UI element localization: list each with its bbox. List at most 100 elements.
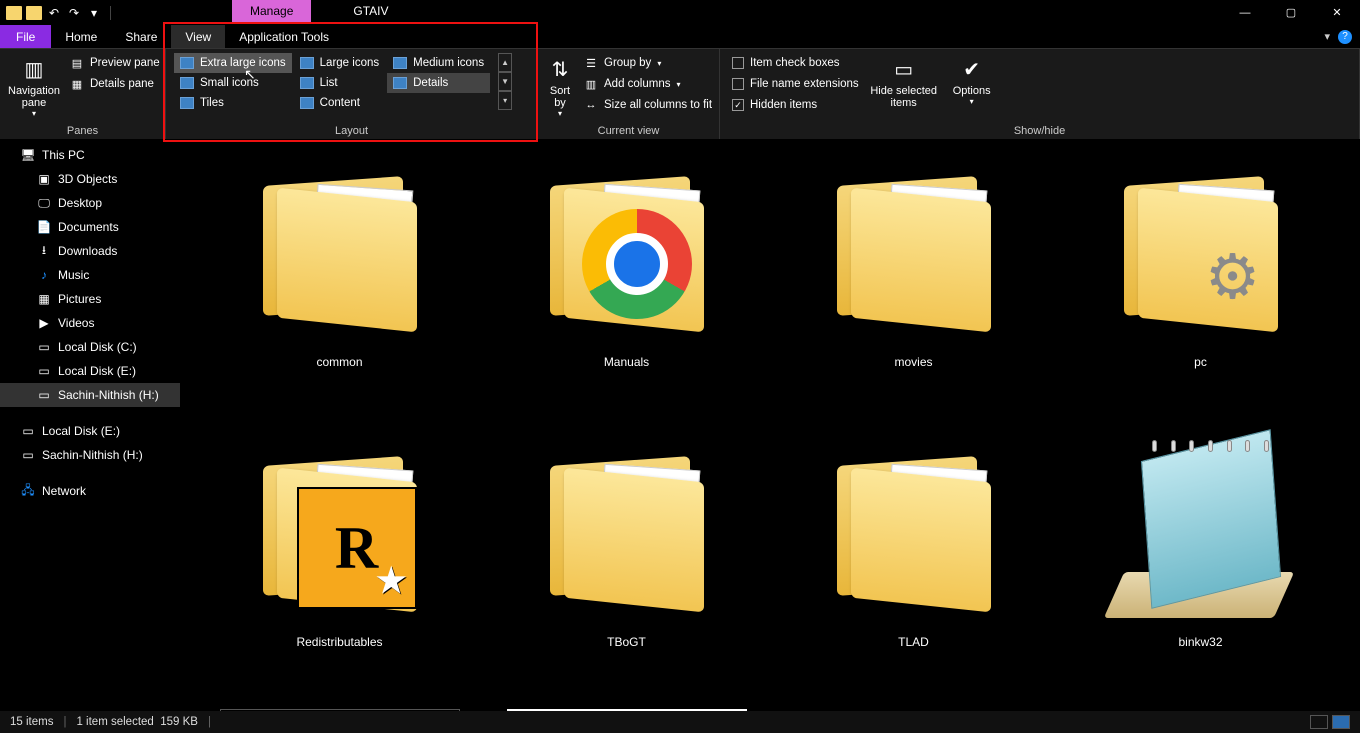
pictures-icon: ▦ [36,292,52,306]
file-item-tbogt[interactable]: TBoGT [483,429,770,709]
status-selection: 1 item selected 159 KB [76,716,197,728]
details-option[interactable]: Details [387,73,490,93]
tree-sachin-nithish-h[interactable]: ▭Sachin-Nithish (H:) [0,383,180,407]
gallery-up-icon[interactable]: ▲ [498,53,512,72]
layout-icon [180,77,194,89]
qat-dropdown-icon[interactable]: ▾ [86,5,102,21]
tiles-option[interactable]: Tiles [174,93,292,113]
file-item-binkw32[interactable]: binkw32 [1057,429,1344,709]
add-columns-button[interactable]: ▥Add columns ▾ [580,74,716,94]
main-area: 🖥This PC ▣3D Objects 🖵Desktop 📄Documents… [0,139,1360,711]
layout-icon [393,77,407,89]
tree-music[interactable]: ♪Music [0,263,180,287]
layout-group-label: Layout [174,123,529,137]
videos-icon: ▶ [36,316,52,330]
tree-3d-objects[interactable]: ▣3D Objects [0,167,180,191]
title-bar: ↶ ↷ ▾ Manage GTAIV — ▢ ✕ [0,0,1360,25]
medium-icons-option[interactable]: Medium icons [387,53,490,73]
tree-this-pc[interactable]: 🖥This PC [0,143,180,167]
file-item-tlad[interactable]: TLAD [770,429,1057,709]
drive-icon: ▭ [36,364,52,378]
file-item-common[interactable]: common [196,149,483,429]
current-view-group-label: Current view [546,123,711,137]
folder-icon [26,6,42,20]
tree-network[interactable]: 🖧Network [0,479,180,503]
navigation-pane-button[interactable]: ▥ Navigation pane▾ [8,53,60,118]
collapse-ribbon-icon[interactable]: ▾ [1324,30,1330,43]
chrome-icon [582,209,692,319]
large-icons-option[interactable]: Large icons [294,53,385,73]
tree-sachin-nithish-h-extra[interactable]: ▭Sachin-Nithish (H:) [0,443,180,467]
preview-pane-button[interactable]: ▤ Preview pane [66,53,164,73]
file-grid[interactable]: common Manuals movies ⚙ pc R★ Redistribu… [180,139,1360,711]
tree-downloads[interactable]: ⭳Downloads [0,239,180,263]
redo-icon[interactable]: ↷ [66,5,82,21]
file-item-pc[interactable]: ⚙ pc [1057,149,1344,429]
application-tools-tab[interactable]: Application Tools [225,25,343,48]
preview-pane-label: Preview pane [90,57,160,69]
share-tab[interactable]: Share [111,25,171,48]
layout-icon [180,57,194,69]
file-label: TLAD [898,635,929,649]
gallery-down-icon[interactable]: ▼ [498,72,512,91]
options-button[interactable]: ✔ Options▾ [945,53,999,106]
drive-icon: ▭ [36,388,52,402]
small-icons-option[interactable]: Small icons [174,73,292,93]
documents-icon: 📄 [36,220,52,234]
tree-pictures[interactable]: ▦Pictures [0,287,180,311]
file-label: Redistributables [296,635,382,649]
details-pane-button[interactable]: ▦Details pane [66,74,164,94]
file-item-movies[interactable]: movies [770,149,1057,429]
list-option[interactable]: List [294,73,385,93]
window-title: GTAIV [335,0,406,22]
size-columns-button[interactable]: ↔Size all columns to fit [580,95,716,115]
file-label: TBoGT [607,635,646,649]
close-button[interactable]: ✕ [1314,0,1360,25]
window-controls: — ▢ ✕ [1222,0,1360,25]
show-hide-group: Item check boxes File name extensions ✓H… [720,49,1360,139]
options-label: Options [953,85,991,97]
layout-icon [300,97,314,109]
tree-videos[interactable]: ▶Videos [0,311,180,335]
tree-local-disk-c[interactable]: ▭Local Disk (C:) [0,335,180,359]
tree-local-disk-e[interactable]: ▭Local Disk (E:) [0,359,180,383]
minimize-button[interactable]: — [1222,0,1268,25]
tree-desktop[interactable]: 🖵Desktop [0,191,180,215]
quick-access-toolbar: ↶ ↷ ▾ [0,5,126,21]
sort-by-button[interactable]: ⇅ Sort by▾ [546,53,574,118]
preview-pane-icon: ▤ [70,56,84,70]
sort-icon: ⇅ [546,55,574,83]
view-tab[interactable]: View [171,25,225,48]
layout-group: Extra large icons Large icons Medium ico… [166,49,538,139]
navigation-pane-label: Navigation pane [8,85,60,109]
extra-large-icons-option[interactable]: Extra large icons [174,53,292,73]
maximize-button[interactable]: ▢ [1268,0,1314,25]
file-label: pc [1194,355,1207,369]
file-item-redistributables[interactable]: R★ Redistributables [196,429,483,709]
options-icon: ✔ [958,55,986,83]
file-extensions-toggle[interactable]: File name extensions [728,74,863,94]
tree-local-disk-e-extra[interactable]: ▭Local Disk (E:) [0,419,180,443]
undo-icon[interactable]: ↶ [46,5,62,21]
add-columns-icon: ▥ [584,77,598,91]
hidden-items-toggle[interactable]: ✓Hidden items [728,95,863,115]
gallery-more-icon[interactable]: ▾ [498,91,512,110]
home-tab[interactable]: Home [51,25,111,48]
item-checkboxes-toggle[interactable]: Item check boxes [728,53,863,73]
downloads-icon: ⭳ [36,244,52,258]
file-tab[interactable]: File [0,25,51,48]
rockstar-icon: R★ [297,487,417,609]
tree-documents[interactable]: 📄Documents [0,215,180,239]
details-view-toggle[interactable] [1310,715,1328,729]
layout-icon [300,57,314,69]
checkbox-icon [732,78,744,90]
ribbon-tab-strip: File Home Share View Application Tools ▾… [0,25,1360,49]
help-icon[interactable]: ? [1338,30,1352,44]
content-option[interactable]: Content [294,93,385,113]
file-item-manuals[interactable]: Manuals [483,149,770,429]
manage-context-tab[interactable]: Manage [232,0,311,22]
hide-selected-button[interactable]: ▭ Hide selected items [869,53,939,109]
thumbnails-view-toggle[interactable] [1332,715,1350,729]
group-by-button[interactable]: ☰Group by ▾ [580,53,716,73]
panes-group: ▥ Navigation pane▾ ▤ Preview pane ▦Detail… [0,49,166,139]
